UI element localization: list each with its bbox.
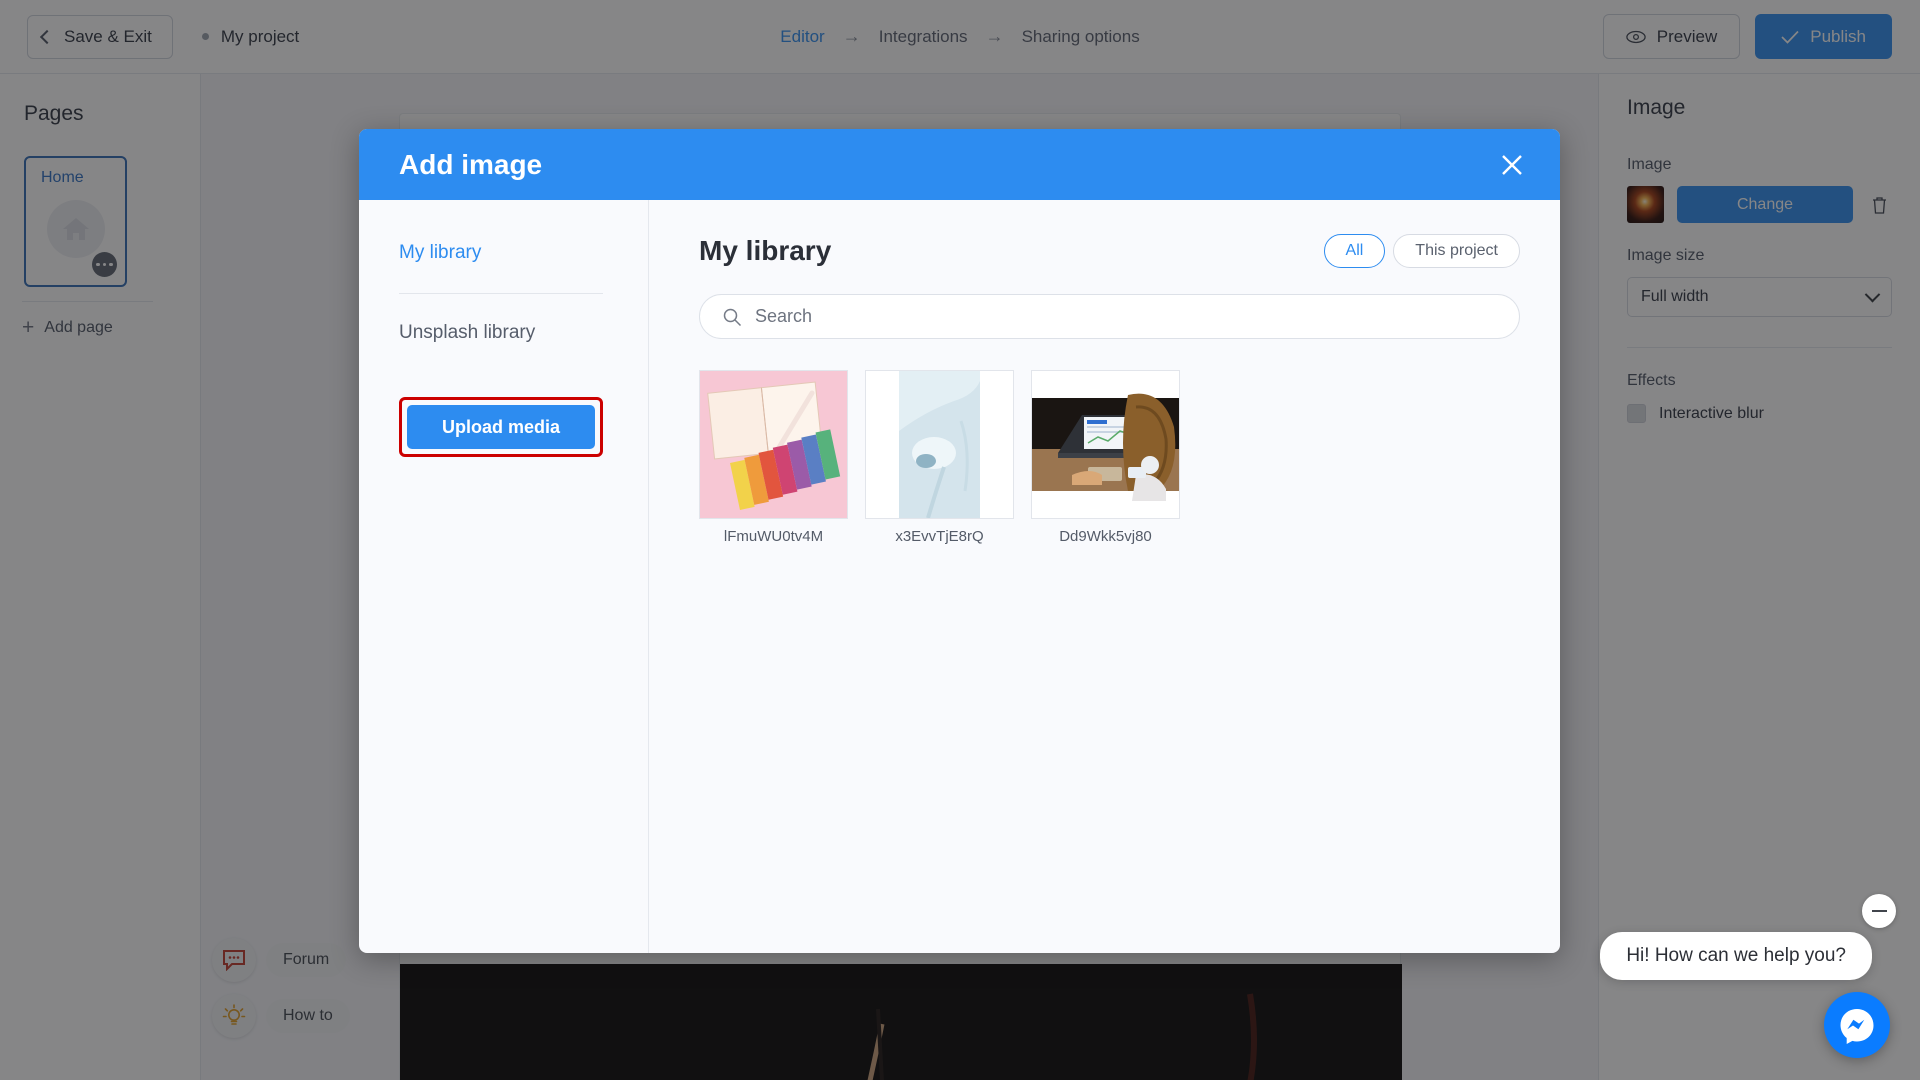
- messenger-icon[interactable]: [1824, 992, 1890, 1058]
- library-item-name: Dd9Wkk5vj80: [1059, 528, 1152, 545]
- modal-body: My library Unsplash library Upload media…: [359, 200, 1560, 953]
- filter-this-project-button[interactable]: This project: [1393, 234, 1520, 268]
- modal-header: Add image: [359, 129, 1560, 200]
- modal-nav-divider: [399, 293, 603, 294]
- chat-greeting-bubble[interactable]: Hi! How can we help you?: [1600, 932, 1872, 980]
- upload-media-button[interactable]: Upload media: [407, 405, 595, 449]
- library-item[interactable]: Dd9Wkk5vj80: [1031, 370, 1180, 545]
- modal-sidebar: My library Unsplash library Upload media: [359, 200, 649, 953]
- modal-nav-unsplash-library[interactable]: Unsplash library: [399, 322, 603, 344]
- library-item[interactable]: x3EvvTjE8rQ: [865, 370, 1014, 545]
- library-item-thumbnail[interactable]: [699, 370, 848, 519]
- library-item-thumbnail[interactable]: [1031, 370, 1180, 519]
- search-icon: [723, 308, 742, 326]
- library-item[interactable]: lFmuWU0tv4M: [699, 370, 848, 545]
- library-item-thumbnail[interactable]: [865, 370, 1014, 519]
- notebook-color-swatches-photo: [700, 371, 847, 518]
- modal-title: Add image: [399, 148, 543, 180]
- upload-media-highlight: Upload media: [399, 397, 603, 457]
- search-input[interactable]: [755, 306, 1497, 327]
- close-glyph: [1502, 154, 1522, 175]
- messenger-glyph: [1840, 1009, 1874, 1044]
- add-image-modal: Add image My library Unsplash library Up…: [359, 129, 1560, 953]
- modal-nav-my-library[interactable]: My library: [399, 242, 603, 264]
- library-search[interactable]: [699, 294, 1520, 339]
- filter-all-button[interactable]: All: [1323, 234, 1386, 268]
- close-icon[interactable]: [1497, 150, 1527, 180]
- library-filter-group: All This project: [1323, 234, 1520, 268]
- woman-laptop-desk-photo: [1032, 371, 1179, 518]
- ice-snow-photo: [866, 371, 1013, 518]
- library-title: My library: [699, 235, 832, 266]
- minimize-chat-button[interactable]: [1862, 894, 1896, 928]
- library-header: My library All This project: [699, 234, 1520, 268]
- library-item-name: x3EvvTjE8rQ: [895, 528, 984, 545]
- library-grid: lFmuWU0tv4M x3EvvTjE8rQ Dd9Wkk5vj80: [699, 370, 1520, 545]
- library-item-name: lFmuWU0tv4M: [723, 528, 824, 545]
- modal-content: My library All This project Search lFmuW…: [649, 200, 1560, 953]
